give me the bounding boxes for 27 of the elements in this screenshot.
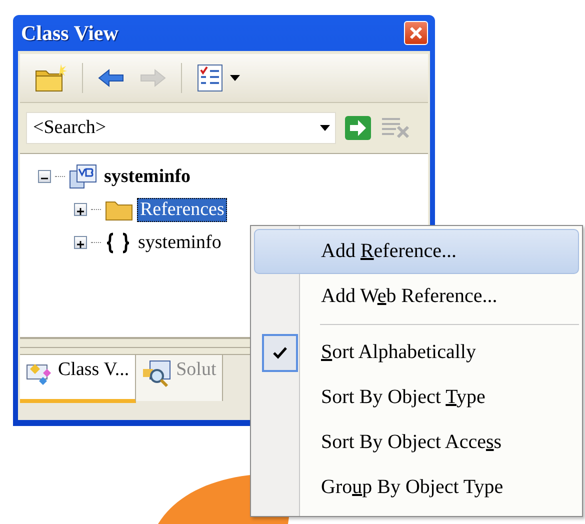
panel-tab[interactable]: Class V... [20,355,136,403]
braces-icon [105,232,131,254]
menu-item[interactable]: Group By Object Type [254,465,579,510]
menu-item[interactable]: Sort By Object Type [254,375,579,420]
go-button[interactable] [344,115,372,141]
magnifier-folder-icon [142,359,172,389]
collapse-toggle[interactable] [38,170,51,183]
menu-item[interactable]: Add Web Reference... [254,274,579,319]
forward-arrow-icon [139,68,167,88]
vb-project-icon [69,164,97,190]
tree-item[interactable]: References [137,198,228,222]
close-button[interactable] [404,21,428,45]
tree-item[interactable]: systeminfo [101,164,194,188]
tree-item[interactable]: systeminfo [135,230,224,254]
folder-icon [105,198,133,220]
menu-item[interactable]: Sort Alphabetically [254,330,579,375]
back-arrow-icon [97,68,125,88]
plus-icon [75,239,86,250]
plus-icon [75,206,86,217]
new-folder-icon [34,63,68,93]
menu-item[interactable]: Add Reference... [254,229,579,274]
window-title: Class View [21,20,118,46]
expand-toggle[interactable] [74,236,87,249]
close-icon [409,26,423,40]
expand-toggle[interactable] [74,203,87,216]
caret-icon [230,75,240,81]
menu-item[interactable]: Sort By Object Access [254,420,579,465]
